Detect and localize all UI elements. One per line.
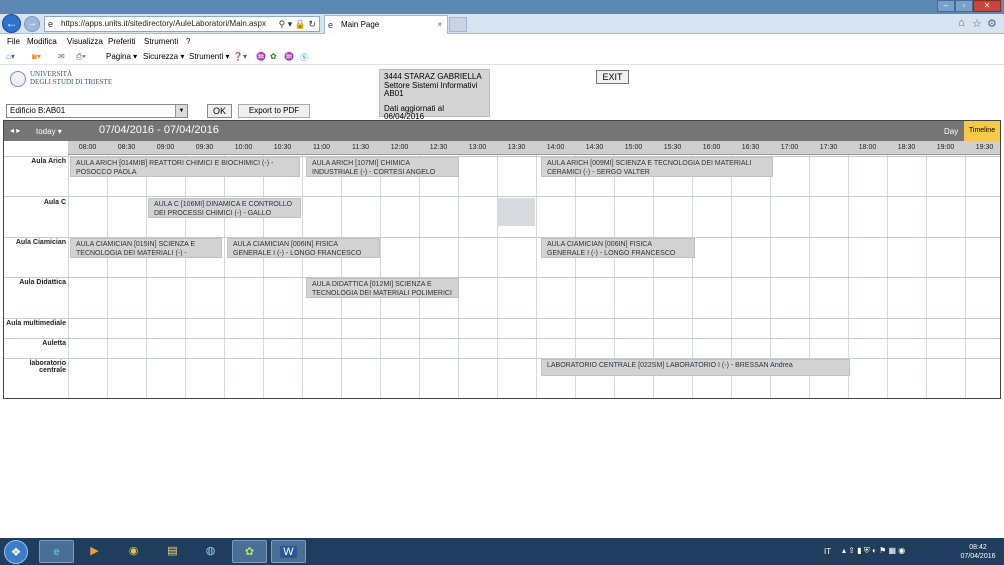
event-laboratorio-i[interactable]: LABORATORIO CENTRALE [022SM] LABORATORIO… <box>541 359 850 376</box>
grid-row-line <box>4 196 1000 197</box>
room-label-aula-didattica: Aula Didattica <box>19 279 66 286</box>
building-select[interactable]: Edificio B:AB01 ▼ <box>6 104 188 118</box>
taskbar-chrome-icon[interactable]: ◉ <box>116 540 151 563</box>
user-building: AB01 <box>384 89 404 98</box>
room-scheduler: ◂ ▸ today ▾ 07/04/2016 - 07/04/2016 Day … <box>3 120 1001 399</box>
university-logo: UNIVERSITÀ DEGLI STUDI DI TRIESTE <box>10 70 130 90</box>
chevron-down-icon[interactable]: ▼ <box>175 105 187 117</box>
menu-modifica[interactable]: Modifica <box>27 37 57 46</box>
menu-preferiti[interactable]: Preferiti <box>108 37 136 46</box>
grid-row-line <box>4 318 1000 319</box>
command-bar: ⌂▾ ◙▾ ✉ ⎙▾ Pagina ▾ Sicurezza ▾ Strument… <box>0 48 1004 65</box>
mail-icon[interactable]: ✉ <box>58 52 65 61</box>
window-titlebar: – ▫ ✕ <box>0 0 1004 14</box>
room-label-laboratorio-centrale: laboratorio centrale <box>29 360 66 374</box>
address-bar[interactable]: e https://apps.units.it/sitedirectory/Au… <box>44 16 320 32</box>
sicurezza-menu[interactable]: Sicurezza ▾ <box>143 52 184 61</box>
back-button[interactable]: ← <box>2 14 21 33</box>
menu-help[interactable]: ? <box>186 37 190 46</box>
event-fisica-generale-2[interactable]: AULA CIAMICIAN [006IN] FISICA GENERALE I… <box>541 238 695 258</box>
pagina-menu[interactable]: Pagina ▾ <box>106 52 137 61</box>
room-label-aula-arich: Aula Arich <box>31 158 66 165</box>
grid-row-line <box>4 358 1000 359</box>
room-label-aula-c: Aula C <box>43 199 66 206</box>
event-fisica-generale-1[interactable]: AULA CIAMICIAN [006IN] FISICA GENERALE I… <box>227 238 380 258</box>
university-crest-icon <box>10 71 26 87</box>
logo-line1: UNIVERSITÀ <box>30 70 72 78</box>
close-window-button[interactable]: ✕ <box>973 0 1001 12</box>
menu-file[interactable]: File <box>7 37 20 46</box>
clock-date: 07/04/2016 <box>960 553 996 560</box>
taskbar-remote-icon[interactable]: ✿ <box>232 540 267 563</box>
event-scienza-materiali[interactable]: AULA CIAMICIAN [015IN] SCIENZA E TECNOLO… <box>70 238 222 258</box>
tray-icons[interactable]: ▴ ⇪ ▮ ⛨ ◐ ⚑ ▦ ◉ <box>842 546 905 556</box>
room-label-aula-multimediale: Aula multimediale <box>6 320 66 327</box>
minimize-button[interactable]: – <box>937 0 955 12</box>
tab-close-icon[interactable]: × <box>437 16 442 34</box>
start-button-icon[interactable]: ❖ <box>4 540 28 564</box>
event-materiali-ceramici[interactable]: AULA ARICH [009MI] SCIENZA E TECNOLOGIA … <box>541 157 773 177</box>
menu-strumenti[interactable]: Strumenti <box>144 37 178 46</box>
help-icon[interactable]: ❓▾ <box>233 52 247 61</box>
clock-time: 08:42 <box>969 544 987 551</box>
taskbar-word-icon[interactable]: W <box>271 540 306 563</box>
selected-slot[interactable] <box>497 198 535 226</box>
taskbar-app-icon[interactable]: ◍ <box>193 540 228 563</box>
ie-page-icon: e <box>48 19 54 29</box>
system-tray: IT ▴ ⇪ ▮ ⛨ ◐ ⚑ ▦ ◉ 08:42 07/04/2016 <box>820 540 1004 563</box>
grid-row-line <box>4 277 1000 278</box>
language-indicator[interactable]: IT <box>824 547 831 556</box>
windows-taskbar: ❖ e ▶ ◉ ▤ ◍ ✿ W IT ▴ ⇪ ▮ ⛨ ◐ ⚑ ▦ ◉ 08:42… <box>0 538 1004 565</box>
home-cmd-icon[interactable]: ⌂▾ <box>6 52 15 61</box>
research-icon[interactable]: ♒ <box>284 52 294 61</box>
tools-icon[interactable]: ✿ <box>270 52 277 61</box>
skype-icon[interactable]: Ⓢ <box>300 52 308 63</box>
tab-title: Main Page <box>341 20 380 29</box>
event-dinamica-controllo[interactable]: AULA C [106MI] DINAMICA E CONTROLLO DEI … <box>148 198 301 218</box>
print-icon[interactable]: ⎙▾ <box>76 52 86 62</box>
menu-visualizza[interactable]: Visualizza <box>67 37 103 46</box>
maximize-button[interactable]: ▫ <box>955 0 973 12</box>
taskbar-ie-icon[interactable]: e <box>39 540 74 563</box>
tab-main-page[interactable]: e Main Page × <box>324 15 448 34</box>
event-chimica-industriale[interactable]: AULA ARICH [107MI] CHIMICA INDUSTRIALE (… <box>306 157 459 177</box>
building-select-value: Edificio B:AB01 <box>10 106 66 115</box>
menu-bar: File Modifica Visualizza Preferiti Strum… <box>0 35 1004 48</box>
settings-gear-icon[interactable]: ⚙ <box>987 17 997 30</box>
data-update-date: Dati aggiornati al 06/04/2016 <box>384 103 445 121</box>
home-icon[interactable]: ⌂ <box>958 17 965 29</box>
event-reattori-chimici[interactable]: AULA ARICH [014MIB] REATTORI CHIMICI E B… <box>70 157 300 177</box>
logo-line2: DEGLI STUDI DI TRIESTE <box>30 78 113 86</box>
favorites-star-icon[interactable]: ☆ <box>972 17 982 30</box>
room-label-auletta: Auletta <box>42 340 66 347</box>
ie-tab-icon: e <box>328 20 334 30</box>
user-info-box: 3444 STARAZ GABRIELLA Settore Sistemi In… <box>379 69 490 121</box>
new-tab-button[interactable] <box>449 17 467 32</box>
export-pdf-button[interactable]: Export to PDF <box>238 104 310 118</box>
addon-icon[interactable]: ♒ <box>256 52 266 61</box>
event-materiali-polimerici[interactable]: AULA DIDATTICA [012MI] SCIENZA E TECNOLO… <box>306 278 459 298</box>
taskbar-media-icon[interactable]: ▶ <box>77 540 112 563</box>
ok-button[interactable]: OK <box>207 104 232 118</box>
address-url: https://apps.units.it/sitedirectory/Aule… <box>61 19 266 28</box>
grid-row-line <box>4 338 1000 339</box>
search-refresh-icons[interactable]: ⚲ ▾ 🔒 ↻ <box>279 17 316 31</box>
room-label-aula-ciamician: Aula Ciamician <box>15 239 66 246</box>
clock[interactable]: 08:42 07/04/2016 <box>954 543 1002 561</box>
strumenti-cmd-menu[interactable]: Strumenti ▾ <box>189 52 229 61</box>
forward-button[interactable]: → <box>24 16 40 32</box>
address-toolbar: ← → e https://apps.units.it/sitedirector… <box>0 14 1004 34</box>
exit-button[interactable]: EXIT <box>596 70 629 84</box>
feeds-icon[interactable]: ◙▾ <box>32 52 41 61</box>
taskbar-explorer-icon[interactable]: ▤ <box>155 540 190 563</box>
